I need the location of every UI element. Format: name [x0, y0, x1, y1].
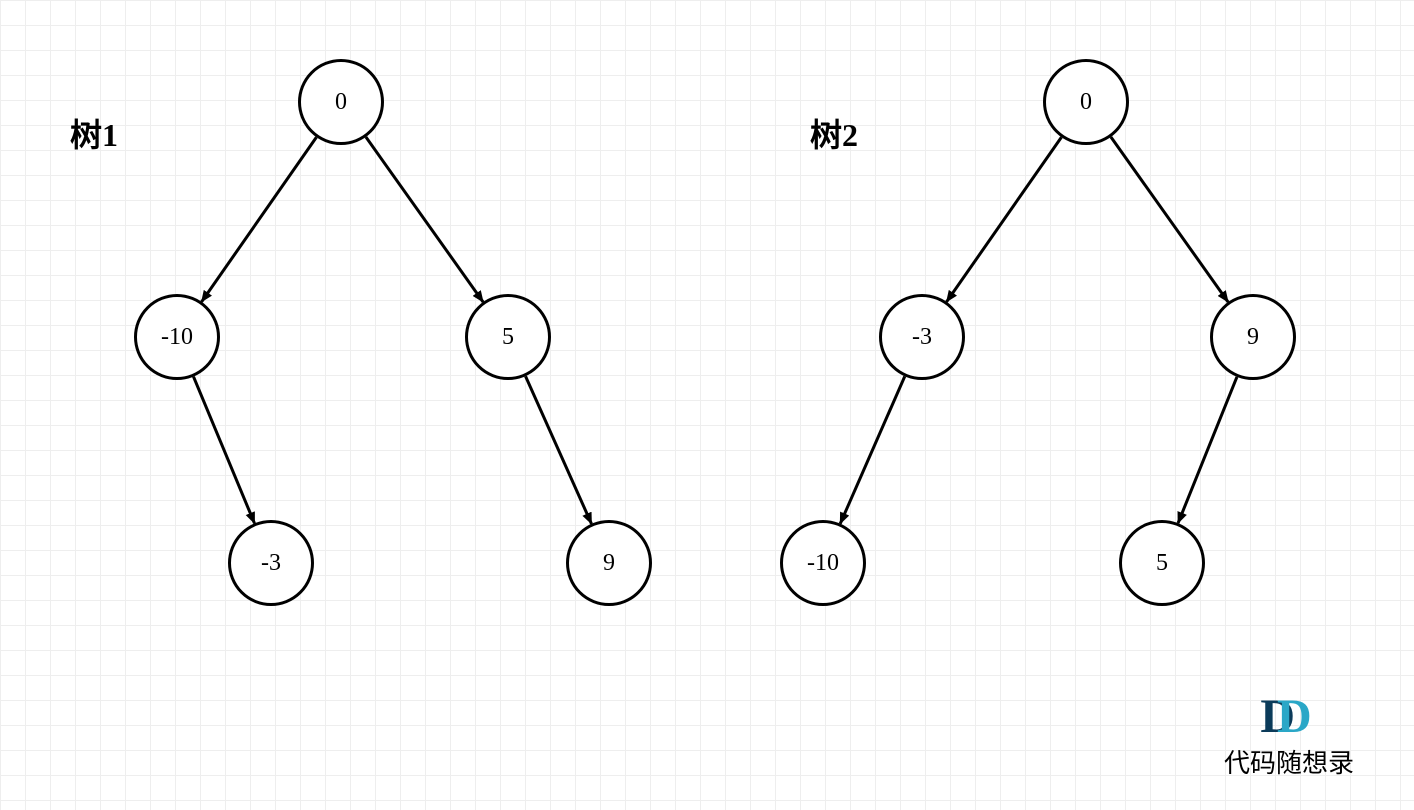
node-value: -10	[807, 550, 839, 577]
tree-edge	[1178, 377, 1237, 523]
tree-node: 5	[465, 294, 551, 380]
tree-node: 9	[1210, 294, 1296, 380]
edges-layer	[0, 0, 1414, 810]
node-value: 0	[1080, 89, 1092, 116]
tree-node: -3	[879, 294, 965, 380]
node-value: 9	[1247, 324, 1259, 351]
node-value: -10	[161, 324, 193, 351]
tree-edge	[526, 376, 592, 523]
tree-node: -10	[780, 520, 866, 606]
tree-node: 0	[298, 59, 384, 145]
tree-edge	[202, 137, 317, 301]
tree-node: -3	[228, 520, 314, 606]
tree-edge	[366, 137, 483, 302]
tree-node: 9	[566, 520, 652, 606]
node-value: 0	[335, 89, 347, 116]
node-value: 5	[1156, 550, 1168, 577]
watermark: DD 代码随想录	[1224, 693, 1354, 780]
node-value: 5	[502, 324, 514, 351]
node-value: -3	[912, 324, 932, 351]
node-value: -3	[261, 550, 281, 577]
tree-edge	[947, 137, 1062, 301]
tree-node: -10	[134, 294, 220, 380]
diagram-canvas: 树1 树2 0 -10 5 -3 9 0 -3 9 -10 5 DD 代码随想录	[0, 0, 1414, 810]
watermark-caption: 代码随想录	[1224, 743, 1354, 780]
tree-edge	[1111, 137, 1228, 302]
tree-node: 0	[1043, 59, 1129, 145]
tree-edge	[840, 376, 904, 523]
tree-edge	[194, 377, 255, 524]
tree2-label: 树2	[810, 110, 858, 156]
node-value: 9	[603, 550, 615, 577]
watermark-logo: DD	[1260, 693, 1317, 741]
tree-node: 5	[1119, 520, 1205, 606]
tree1-label: 树1	[70, 110, 118, 156]
